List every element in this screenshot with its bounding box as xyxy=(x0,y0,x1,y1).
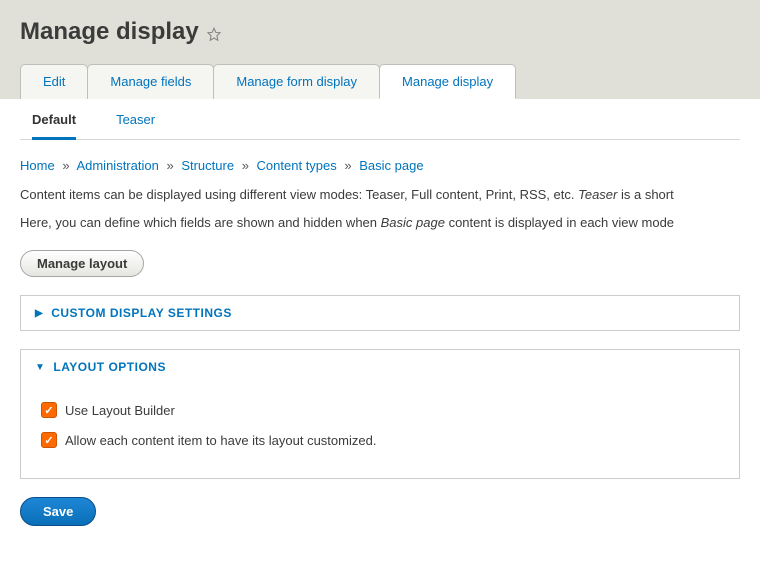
secondary-tabs: Default Teaser xyxy=(20,98,740,140)
breadcrumb-structure[interactable]: Structure xyxy=(181,158,234,173)
star-icon[interactable] xyxy=(205,23,223,41)
custom-display-settings: ▶ CUSTOM DISPLAY SETTINGS xyxy=(20,295,740,331)
primary-tabs: Edit Manage fields Manage form display M… xyxy=(20,64,740,99)
breadcrumb: Home » Administration » Structure » Cont… xyxy=(20,158,740,173)
use-layout-builder-checkbox[interactable]: ✓ xyxy=(41,402,57,418)
layout-options: ▼ LAYOUT OPTIONS ✓ Use Layout Builder ✓ … xyxy=(20,349,740,479)
help-text-2-em: Basic page xyxy=(381,215,445,230)
help-text-1-prefix: Content items can be displayed using dif… xyxy=(20,187,578,202)
breadcrumb-sep: » xyxy=(62,158,69,173)
chevron-right-icon: ▶ xyxy=(35,308,43,319)
layout-options-title: LAYOUT OPTIONS xyxy=(53,360,166,374)
help-text-2-prefix: Here, you can define which fields are sh… xyxy=(20,215,381,230)
manage-layout-button[interactable]: Manage layout xyxy=(20,250,144,277)
breadcrumb-sep: » xyxy=(166,158,173,173)
custom-display-settings-summary[interactable]: ▶ CUSTOM DISPLAY SETTINGS xyxy=(21,296,739,330)
allow-custom-layout-label: Allow each content item to have its layo… xyxy=(65,433,376,448)
subtab-default[interactable]: Default xyxy=(32,112,76,140)
use-layout-builder-label: Use Layout Builder xyxy=(65,403,175,418)
tab-manage-fields[interactable]: Manage fields xyxy=(87,64,214,99)
breadcrumb-sep: » xyxy=(344,158,351,173)
layout-options-summary[interactable]: ▼ LAYOUT OPTIONS xyxy=(21,350,739,384)
custom-display-settings-title: CUSTOM DISPLAY SETTINGS xyxy=(51,306,232,320)
breadcrumb-basic-page[interactable]: Basic page xyxy=(359,158,423,173)
help-text-1: Content items can be displayed using dif… xyxy=(20,185,740,205)
chevron-down-icon: ▼ xyxy=(35,362,45,373)
tab-manage-form-display[interactable]: Manage form display xyxy=(213,64,380,99)
help-text-1-suffix: is a short xyxy=(617,187,673,202)
subtab-teaser[interactable]: Teaser xyxy=(116,112,155,139)
help-text-1-em: Teaser xyxy=(578,187,617,202)
allow-custom-layout-checkbox[interactable]: ✓ xyxy=(41,432,57,448)
save-button[interactable]: Save xyxy=(20,497,96,526)
help-text-2: Here, you can define which fields are sh… xyxy=(20,213,740,233)
breadcrumb-home[interactable]: Home xyxy=(20,158,55,173)
page-title: Manage display xyxy=(20,18,740,46)
breadcrumb-sep: » xyxy=(242,158,249,173)
breadcrumb-content-types[interactable]: Content types xyxy=(257,158,337,173)
tab-manage-display[interactable]: Manage display xyxy=(379,64,516,99)
page-title-text: Manage display xyxy=(20,18,199,46)
help-text-2-suffix: content is displayed in each view mode xyxy=(445,215,674,230)
breadcrumb-administration[interactable]: Administration xyxy=(76,158,158,173)
tab-edit[interactable]: Edit xyxy=(20,64,88,99)
